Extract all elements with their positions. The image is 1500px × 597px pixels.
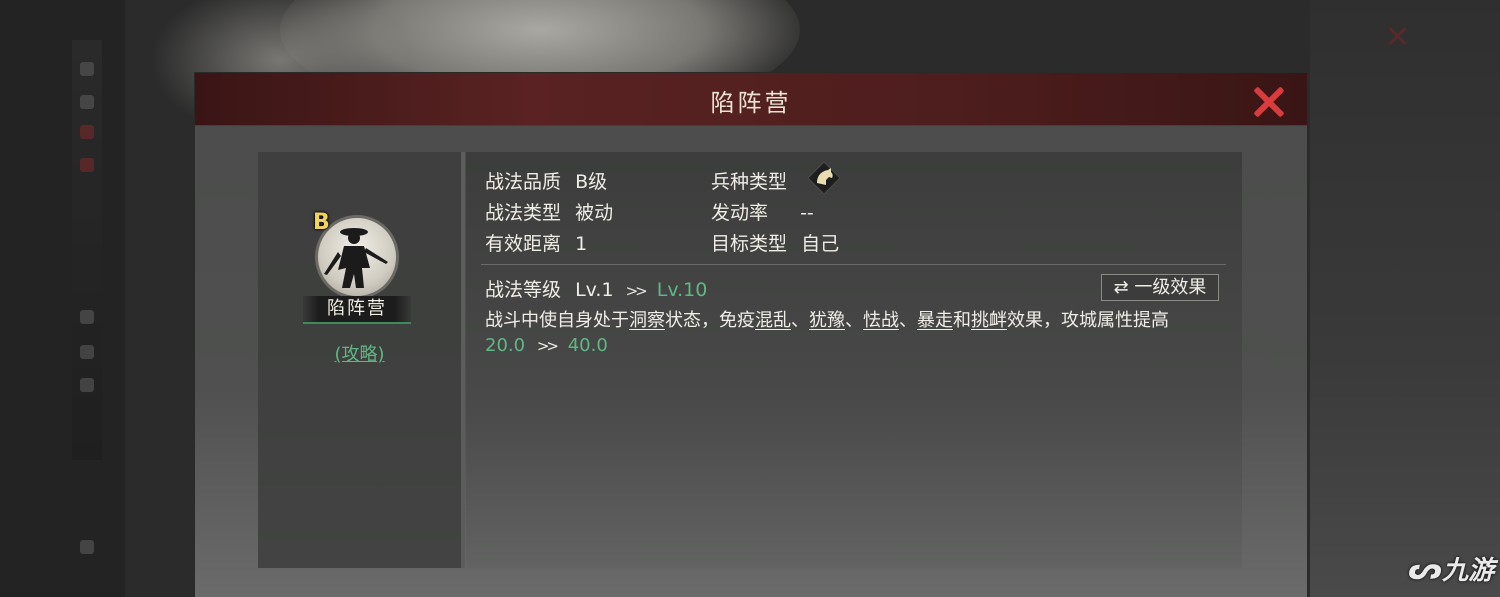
range-row: 有效距离 1	[485, 229, 587, 256]
skill-dialog: 陷阵营 B 陷阵营 (攻略) 战法品质 B级 兵种类型 战法类型 被动 发动率 …	[195, 73, 1307, 597]
cavalry-horse-icon	[807, 161, 841, 195]
background-right	[1310, 0, 1500, 597]
skill-card: B 陷阵营 (攻略)	[258, 152, 465, 568]
quality-row: 战法品质 B级	[485, 167, 607, 194]
divider	[481, 264, 1226, 265]
value-from: 20.0	[485, 335, 526, 356]
target-type-label: 目标类型	[711, 233, 788, 255]
desc-text: 效果，攻城属性提高	[1007, 310, 1169, 331]
background-close-icon: ✕	[1385, 20, 1411, 55]
skill-name-plate: 陷阵营	[303, 296, 411, 324]
status-term-link[interactable]: 怯战	[863, 310, 899, 331]
target-type-row: 目标类型 自己	[711, 229, 839, 256]
desc-text: 、	[845, 310, 863, 331]
unit-type-label: 兵种类型	[711, 171, 788, 193]
quality-value: B级	[575, 171, 608, 193]
level-to: Lv.10	[656, 279, 708, 301]
desc-text: 状态，免疫	[665, 310, 755, 331]
level-from: Lv.1	[575, 279, 614, 301]
range-value: 1	[575, 233, 588, 255]
quality-label: 战法品质	[485, 171, 562, 193]
swap-arrows-icon: ⇄	[1113, 277, 1129, 298]
unit-type-row: 兵种类型	[711, 167, 787, 194]
effect-level-button[interactable]: ⇄ 一级效果	[1101, 274, 1219, 301]
level-arrow: >>	[625, 282, 648, 300]
level-label: 战法等级	[485, 279, 562, 301]
jiuyou-logo-icon: ᔕ	[1408, 552, 1443, 587]
desc-text: 和	[953, 310, 971, 331]
background-left-panel	[0, 0, 125, 597]
status-term-link[interactable]: 暴走	[917, 310, 953, 331]
value-arrow: >>	[536, 337, 559, 355]
close-icon[interactable]	[1249, 83, 1289, 123]
desc-text: 、	[791, 310, 809, 331]
dialog-header: 陷阵营	[195, 73, 1307, 126]
status-term-link[interactable]: 挑衅	[971, 310, 1007, 331]
skill-description: 战斗中使自身处于洞察状态，免疫混乱、犹豫、怯战、暴走和挑衅效果，攻城属性提高 2…	[485, 308, 1230, 359]
trigger-rate-value: --	[800, 202, 814, 224]
status-term-link[interactable]: 洞察	[629, 310, 665, 331]
status-term-link[interactable]: 犹豫	[809, 310, 845, 331]
status-term-link[interactable]: 混乱	[755, 310, 791, 331]
trigger-rate-label: 发动率	[711, 202, 769, 224]
trigger-rate-row: 发动率 --	[711, 198, 814, 225]
tactic-type-row: 战法类型 被动	[485, 198, 613, 225]
tactic-type-value: 被动	[575, 202, 614, 224]
effect-button-label: 一级效果	[1134, 277, 1207, 298]
range-label: 有效距离	[485, 233, 562, 255]
value-to: 40.0	[567, 335, 608, 356]
grade-badge: B	[313, 210, 330, 235]
target-type-value: 自己	[801, 233, 840, 255]
desc-text: 战斗中使自身处于	[485, 310, 629, 331]
dialog-title: 陷阵营	[710, 89, 792, 117]
desc-text: 、	[899, 310, 917, 331]
guide-link[interactable]: (攻略)	[258, 340, 461, 366]
skill-details: 战法品质 B级 兵种类型 战法类型 被动 发动率 -- 有效距离 1 目标类型 …	[466, 152, 1242, 568]
level-row: 战法等级 Lv.1 >> Lv.10	[485, 275, 707, 302]
watermark: ᔕ九游	[1408, 550, 1494, 587]
tactic-type-label: 战法类型	[485, 202, 562, 224]
watermark-text: 九游	[1442, 556, 1495, 586]
